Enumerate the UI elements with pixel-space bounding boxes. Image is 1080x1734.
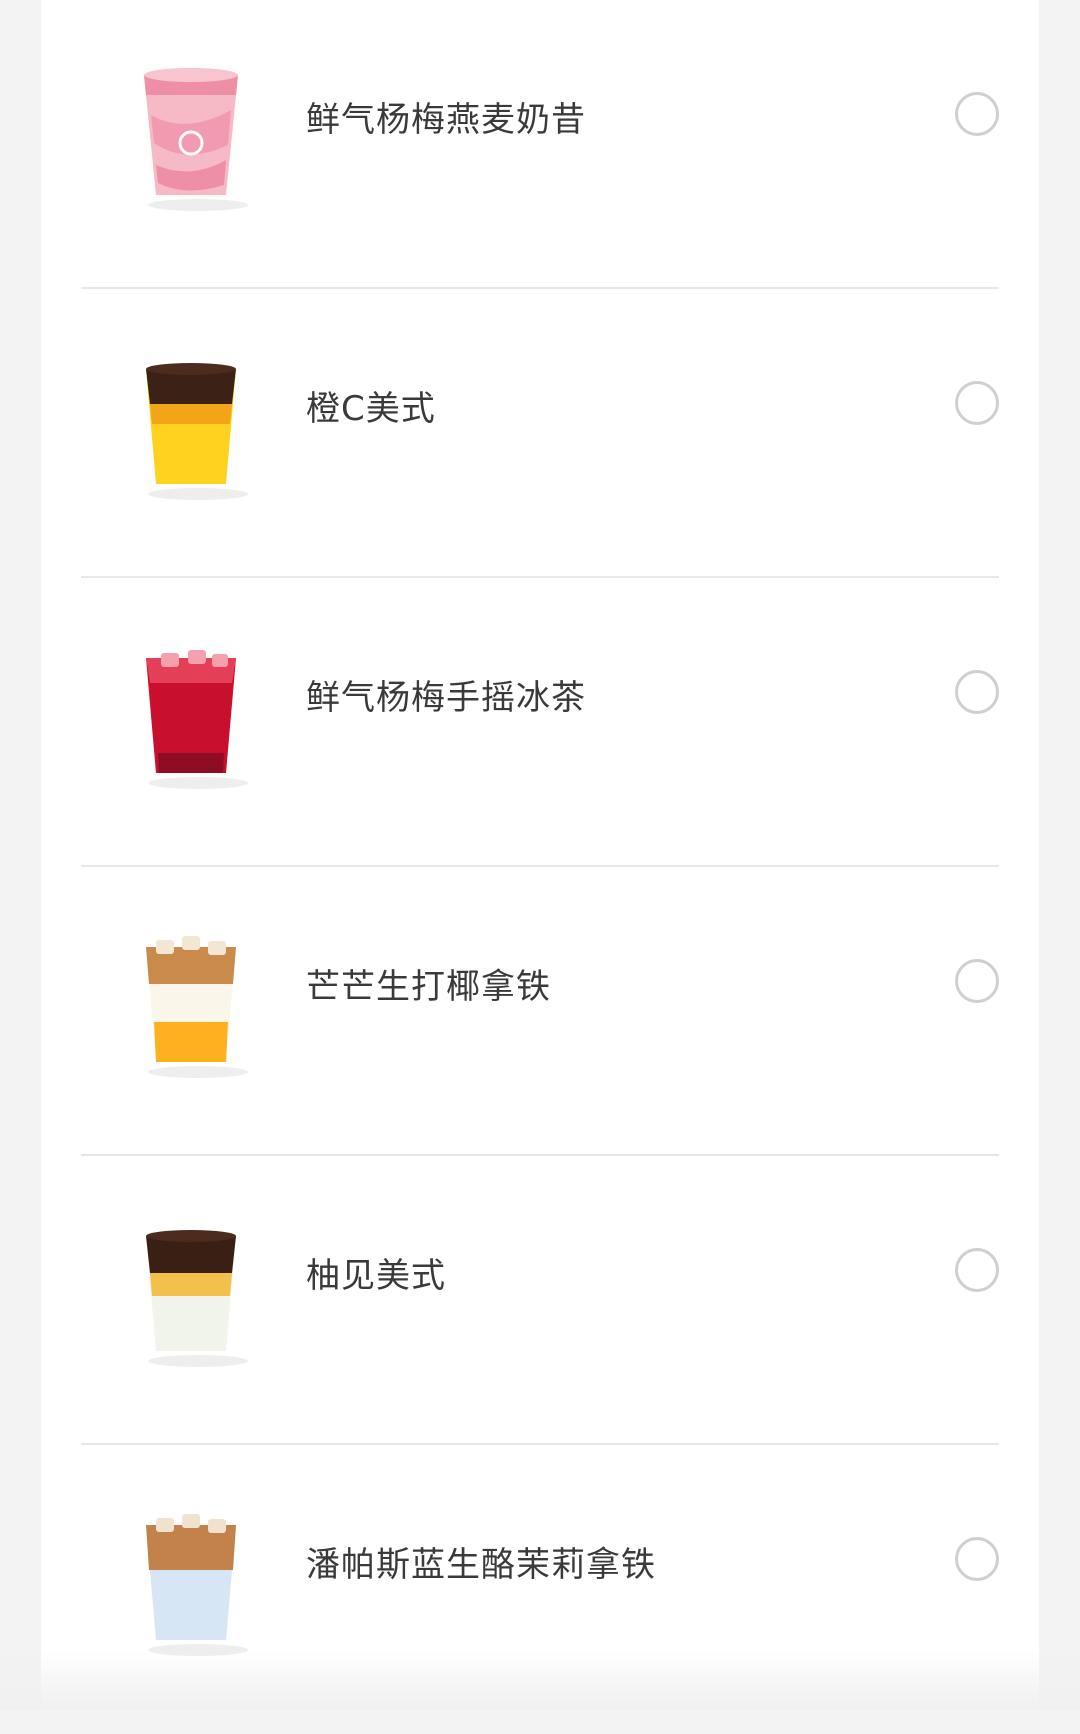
product-name: 鲜气杨梅手摇冰茶 xyxy=(306,678,586,718)
pink-smoothie-cup-icon xyxy=(126,55,256,215)
blue-jasmine-latte-cup-icon xyxy=(126,1500,256,1660)
product-name: 橙C美式 xyxy=(306,389,436,429)
list-item[interactable]: 鲜气杨梅手摇冰茶 xyxy=(81,578,999,867)
select-radio[interactable] xyxy=(955,1537,999,1581)
product-list: 鲜气杨梅燕麦奶昔 橙C美式 鲜气杨梅手摇冰茶 芒芒生打椰拿铁 柚见美式 潘帕斯蓝… xyxy=(41,0,1039,1734)
red-iced-tea-cup-icon xyxy=(126,633,256,793)
orange-americano-cup-icon xyxy=(126,344,256,504)
product-name: 芒芒生打椰拿铁 xyxy=(306,967,551,1007)
select-radio[interactable] xyxy=(955,1248,999,1292)
grapefruit-americano-cup-icon xyxy=(126,1211,256,1371)
mango-coconut-latte-cup-icon xyxy=(126,922,256,1082)
select-radio[interactable] xyxy=(955,92,999,136)
bottom-fade xyxy=(0,1650,1080,1710)
select-radio[interactable] xyxy=(955,959,999,1003)
select-radio[interactable] xyxy=(955,670,999,714)
product-name: 鲜气杨梅燕麦奶昔 xyxy=(306,100,586,140)
select-radio[interactable] xyxy=(955,381,999,425)
product-name: 潘帕斯蓝生酪茉莉拿铁 xyxy=(306,1545,656,1585)
list-item[interactable]: 橙C美式 xyxy=(81,289,999,578)
list-item[interactable]: 芒芒生打椰拿铁 xyxy=(81,867,999,1156)
product-list-card: 鲜气杨梅燕麦奶昔 橙C美式 鲜气杨梅手摇冰茶 芒芒生打椰拿铁 柚见美式 潘帕斯蓝… xyxy=(41,0,1039,1710)
list-item[interactable]: 鲜气杨梅燕麦奶昔 xyxy=(81,0,999,289)
list-item[interactable]: 柚见美式 xyxy=(81,1156,999,1445)
product-name: 柚见美式 xyxy=(306,1256,446,1296)
